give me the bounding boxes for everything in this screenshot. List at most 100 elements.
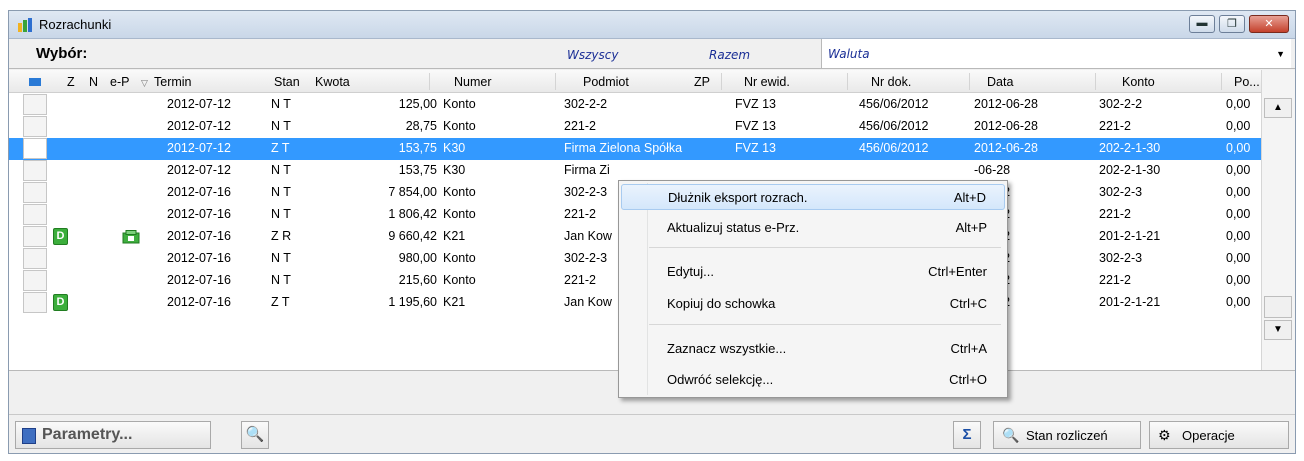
col-nr-dok[interactable]: Nr dok. xyxy=(871,75,911,89)
table-row[interactable]: 2012-07-12 N T 28,75 Konto 221-2 FVZ 13 456/06… xyxy=(9,116,1261,138)
col-nr-ewid[interactable]: Nr ewid. xyxy=(744,75,790,89)
cell-po: 0,00 xyxy=(1226,273,1251,287)
col-kwota[interactable]: Kwota xyxy=(315,75,350,89)
cell-stan: Z T xyxy=(271,141,290,155)
row-selector[interactable] xyxy=(23,116,47,137)
col-z[interactable]: Z xyxy=(67,75,75,89)
close-button[interactable]: ✕ xyxy=(1249,15,1289,33)
col-data[interactable]: Data xyxy=(987,75,1013,89)
grid-header: Z N e-P ▽ Termin Stan Kwota Numer Podmio… xyxy=(9,70,1261,93)
col-podmiot[interactable]: Podmiot xyxy=(583,75,629,89)
menu-label: Odwróć selekcję... xyxy=(667,372,774,387)
cell-po: 0,00 xyxy=(1226,97,1251,111)
col-konto[interactable]: Konto xyxy=(1122,75,1155,89)
row-selector[interactable] xyxy=(23,182,47,203)
minimize-button[interactable]: ▬ xyxy=(1189,15,1215,33)
row-selector[interactable] xyxy=(23,292,47,313)
minimize-icon: ▬ xyxy=(1196,17,1208,29)
col-zp[interactable]: ZP xyxy=(694,75,710,89)
cell-termin: 2012-07-16 xyxy=(167,273,231,287)
table-row[interactable]: 2012-07-12 N T 125,00 Konto 302-2-2 FVZ 13 456… xyxy=(9,94,1261,116)
cell-kwota: 980,00 xyxy=(398,251,437,265)
table-row[interactable]: 2012-07-12 Z T 153,75 K30 Firma Zielona Spół… xyxy=(9,138,1261,160)
cell-numer: Konto xyxy=(443,97,476,111)
menu-item-dluznik-eksport[interactable]: Dłużnik eksport rozrach. Alt+D xyxy=(621,184,1005,210)
scroll-thumb[interactable] xyxy=(1264,296,1292,318)
cell-podmiot: 221-2 xyxy=(564,207,596,221)
table-row[interactable]: 2012-07-12 N T 153,75 K30 Firma Zi -06-28 202-… xyxy=(9,160,1261,182)
menu-label: Aktualizuj status e-Prz. xyxy=(667,220,800,235)
cell-kwota: 28,75 xyxy=(405,119,437,133)
debtor-d-badge: D xyxy=(53,294,68,311)
cell-kwota: 1 806,42 xyxy=(388,207,437,221)
search-preview-button[interactable]: 🔍 xyxy=(241,421,269,449)
filter-razem[interactable]: Razem xyxy=(709,48,750,62)
menu-shortcut: Ctrl+O xyxy=(949,372,987,387)
cell-po: 0,00 xyxy=(1226,163,1251,177)
cell-nrewid: FVZ 13 xyxy=(735,119,776,133)
filter-wszyscy[interactable]: Wszyscy xyxy=(567,48,618,62)
col-po[interactable]: Po... xyxy=(1234,75,1260,89)
cell-po: 0,00 xyxy=(1226,141,1251,155)
col-ep[interactable]: e-P xyxy=(110,75,129,89)
cell-podmiot: 302-2-3 xyxy=(564,185,608,199)
stan-rozliczen-button[interactable]: 🔍 Stan rozliczeń xyxy=(993,421,1141,449)
cell-podmiot: Jan Kow xyxy=(564,229,612,243)
row-selector[interactable] xyxy=(23,270,47,291)
row-selector[interactable] xyxy=(23,204,47,225)
menu-item-edytuj[interactable]: Edytuj... Ctrl+Enter xyxy=(621,259,1005,285)
select-all-marker[interactable] xyxy=(29,78,41,86)
cell-konto: 201-2-1-21 xyxy=(1099,229,1161,243)
parametry-button[interactable]: Parametry... xyxy=(15,421,211,449)
operacje-button[interactable]: ⚙ Operacje xyxy=(1149,421,1289,449)
cell-kwota: 215,60 xyxy=(398,273,437,287)
cell-termin: 2012-07-16 xyxy=(167,229,231,243)
row-selector[interactable] xyxy=(23,94,47,115)
cell-termin: 2012-07-12 xyxy=(167,97,231,111)
row-selector[interactable] xyxy=(23,226,47,247)
menu-item-zaznacz-wszystkie[interactable]: Zaznacz wszystkie... Ctrl+A xyxy=(621,336,1005,362)
parametry-label: Parametry... xyxy=(42,426,133,443)
menu-item-aktualizuj-status[interactable]: Aktualizuj status e-Prz. Alt+P xyxy=(621,215,1005,241)
row-selector[interactable] xyxy=(23,248,47,269)
magnifier-chart-icon: 🔍 xyxy=(1002,427,1020,443)
cell-po: 0,00 xyxy=(1226,251,1251,265)
scroll-down-button[interactable]: ▼ xyxy=(1264,320,1292,340)
cell-konto: 201-2-1-21 xyxy=(1099,295,1161,309)
menu-shortcut: Ctrl+C xyxy=(949,296,987,311)
cell-numer: Konto xyxy=(443,251,476,265)
calculator-icon xyxy=(22,428,36,444)
menu-label: Edytuj... xyxy=(667,264,714,279)
cell-stan: N T xyxy=(271,97,291,111)
menu-item-odwroc-selekcje[interactable]: Odwróć selekcję... Ctrl+O xyxy=(621,367,1005,393)
cell-stan: N T xyxy=(271,273,291,287)
cell-konto: 302-2-2 xyxy=(1099,97,1143,111)
row-selector[interactable] xyxy=(23,160,47,181)
col-termin[interactable]: Termin xyxy=(154,75,192,89)
waluta-select[interactable]: Waluta ▼ xyxy=(821,39,1291,68)
maximize-icon: ❐ xyxy=(1227,18,1237,30)
cell-data: 2012-06-28 xyxy=(974,97,1038,111)
cell-konto: 202-2-1-30 xyxy=(1099,141,1161,155)
menu-label: Dłużnik eksport rozrach. xyxy=(668,190,808,205)
stan-rozliczen-label: Stan rozliczeń xyxy=(1026,428,1108,443)
row-selector[interactable] xyxy=(23,138,47,159)
vertical-scrollbar[interactable]: ▲ ▼ xyxy=(1261,70,1295,370)
title-bar[interactable]: Rozrachunki ▬ ❐ ✕ xyxy=(9,11,1295,39)
cell-termin: 2012-07-16 xyxy=(167,185,231,199)
cell-po: 0,00 xyxy=(1226,185,1251,199)
cell-nrdok: 456/06/2012 xyxy=(859,97,929,111)
cell-data: -06-28 xyxy=(974,163,1011,177)
cell-data: 2012-06-28 xyxy=(974,141,1038,155)
menu-item-kopiuj[interactable]: Kopiuj do schowka Ctrl+C xyxy=(621,291,1005,317)
col-numer[interactable]: Numer xyxy=(454,75,492,89)
col-n[interactable]: N xyxy=(89,75,98,89)
sum-button[interactable]: Σ xyxy=(953,421,981,449)
scroll-up-button[interactable]: ▲ xyxy=(1264,98,1292,118)
maximize-button[interactable]: ❐ xyxy=(1219,15,1245,33)
cell-numer: K30 xyxy=(443,163,466,177)
cell-kwota: 9 660,42 xyxy=(388,229,437,243)
cell-podmiot: Firma Zielona Spółka xyxy=(564,141,683,155)
cell-kwota: 1 195,60 xyxy=(388,295,437,309)
col-stan[interactable]: Stan xyxy=(274,75,300,89)
